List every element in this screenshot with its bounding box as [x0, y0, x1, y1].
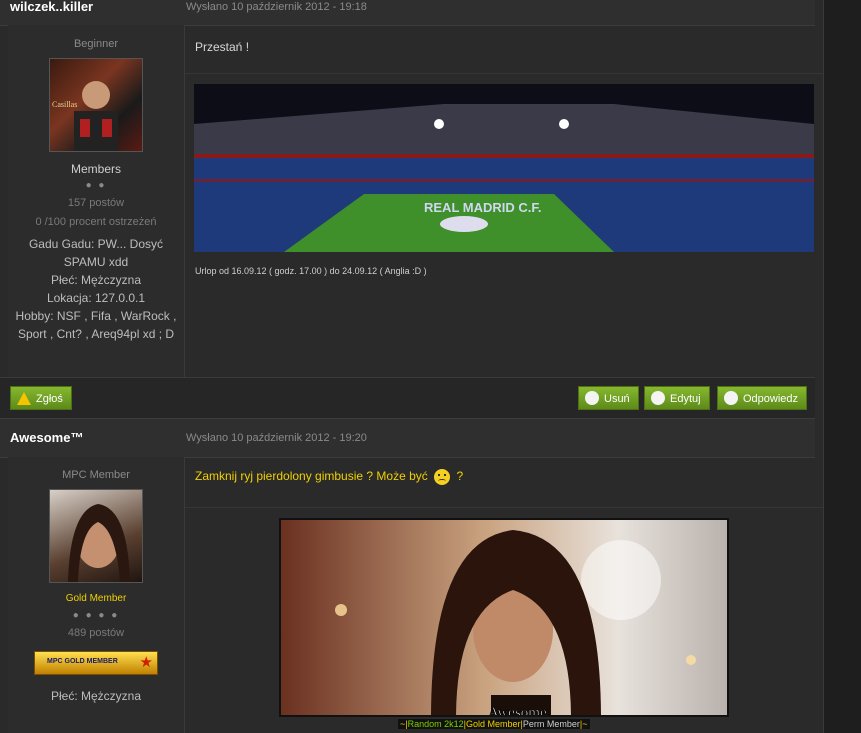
avatar[interactable]: Casillas	[49, 58, 143, 152]
rank-pips: ● ●	[85, 180, 107, 191]
banner-tagline: ~|Random 2k12|Gold Member|Perm Member|~	[398, 719, 590, 729]
stadium-image: REAL MADRID C.F.	[194, 84, 814, 252]
post-count: 157 postów	[67, 197, 125, 209]
signature-divider	[185, 507, 823, 508]
user-info: MPC Member Gold Member ● ● ● ● 489 postó…	[8, 457, 185, 733]
profile-hobby: Hobby: NSF , Fifa , WarRock , Sport , Cn…	[15, 309, 177, 341]
user-group: Members	[70, 162, 121, 176]
banner-caption: REAL MADRID C.F.	[424, 200, 541, 215]
avatar-image: Casillas	[52, 81, 118, 151]
user-rank: Beginner	[73, 38, 119, 50]
post-header: Awesome™ Wysłano 10 październik 2012 - 1…	[0, 418, 815, 458]
awesome-banner-image: Awesome	[281, 520, 727, 717]
signature-banner: REAL MADRID C.F.	[194, 84, 814, 252]
signature-banner: Awesome	[279, 518, 729, 717]
edit-button[interactable]: Edytuj	[644, 386, 710, 410]
avatar-image	[68, 504, 130, 582]
post-author[interactable]: wilczek..killer	[10, 0, 93, 14]
post-actions: Zgłoś Usuń Edytuj Odpowiedz	[0, 377, 815, 418]
right-scroll-area	[823, 0, 861, 733]
edit-icon	[651, 391, 665, 406]
profile-gender: Płeć: Mężczyzna	[50, 689, 142, 703]
post-date: Wysłano 10 październik 2012 - 19:20	[186, 432, 367, 444]
post-body: Zamknij ryj pierdolony gimbusie ? Może b…	[195, 469, 464, 485]
banner-title: Awesome	[488, 705, 547, 717]
user-info: Beginner Casillas Members ● ● 157 postów…	[8, 25, 185, 377]
post-count: 489 postów	[67, 627, 125, 639]
badge-label: MPC GOLD MEMBER	[47, 658, 118, 665]
avatar[interactable]	[49, 489, 143, 583]
profile-location: Lokacja: 127.0.0.1	[46, 291, 146, 305]
gold-member-badge: MPC GOLD MEMBER ★	[34, 651, 158, 675]
rank-pips: ● ● ● ●	[72, 610, 120, 621]
report-button[interactable]: Zgłoś	[10, 386, 72, 410]
profile-fields: Gadu Gadu: PW... Dosyć SPAMU xdd Płeć: M…	[8, 235, 184, 343]
reply-icon	[724, 391, 738, 406]
sad-emoticon-icon	[434, 469, 451, 485]
delete-button[interactable]: Usuń	[578, 386, 639, 410]
signature-text: Urlop od 16.09.12 ( godz. 17.00 ) do 24.…	[195, 266, 427, 276]
warning-level[interactable]: 0 /100 procent ostrzeżeń	[8, 216, 184, 228]
avatar-caption: Casillas	[52, 100, 77, 109]
delete-icon	[585, 391, 599, 406]
post-date: Wysłano 10 październik 2012 - 19:18	[186, 1, 367, 13]
post-header: wilczek..killer Wysłano 10 październik 2…	[0, 0, 815, 26]
reply-button[interactable]: Odpowiedz	[717, 386, 808, 410]
user-rank: MPC Member	[62, 469, 130, 481]
signature-divider	[185, 73, 823, 74]
profile-gender: Płeć: Mężczyzna	[50, 273, 142, 287]
post-body: Przestań !	[195, 40, 250, 54]
post-author[interactable]: Awesome™	[10, 430, 83, 445]
post: MPC Member Gold Member ● ● ● ● 489 postó…	[8, 457, 823, 733]
profile-gg: Gadu Gadu: PW... Dosyć SPAMU xdd	[28, 237, 164, 269]
post: Beginner Casillas Members ● ● 157 postów…	[8, 25, 823, 377]
warning-icon	[17, 391, 31, 405]
forum-main: wilczek..killer Wysłano 10 październik 2…	[0, 0, 823, 733]
star-icon: ★	[139, 654, 153, 671]
user-group: Gold Member	[65, 593, 127, 604]
